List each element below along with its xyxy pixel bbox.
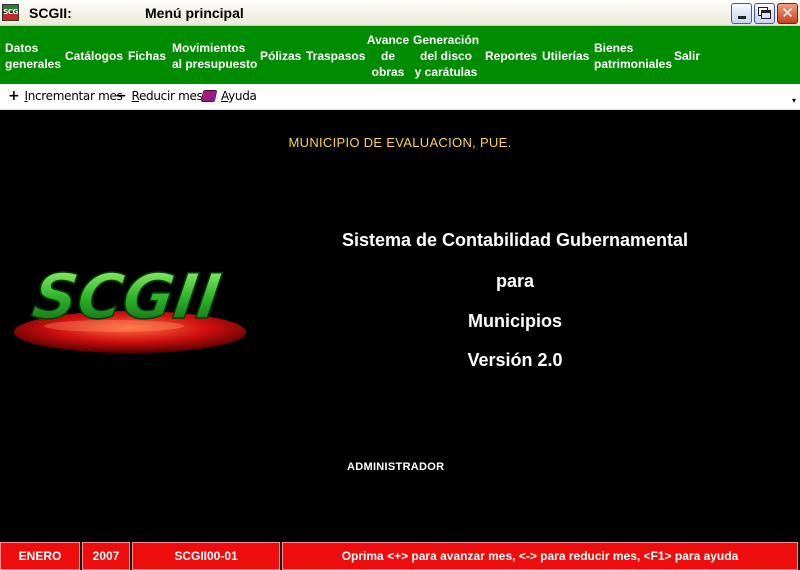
minimize-icon xyxy=(737,16,746,19)
menu-reportes[interactable]: Reportes xyxy=(485,48,537,64)
menu-traspasos[interactable]: Traspasos xyxy=(306,48,365,64)
menu-movimientos-presupuesto[interactable]: Movimientos al presupuesto xyxy=(172,40,257,72)
status-year: 2007 xyxy=(82,542,130,570)
menu-polizas[interactable]: Pólizas xyxy=(260,48,301,64)
increment-month-button[interactable]: + Incrementar mes xyxy=(8,89,123,103)
main-panel: MUNICIPIO DE EVALUACION, PUE. SCGII Sist… xyxy=(0,110,800,540)
close-button[interactable]: ✕ xyxy=(777,3,798,24)
menu-utilerias[interactable]: Utilerías xyxy=(542,48,589,64)
menu-generacion-disco[interactable]: Generación del disco y carátulas xyxy=(413,32,479,80)
menu-fichas[interactable]: Fichas xyxy=(128,48,166,64)
close-icon: ✕ xyxy=(781,4,794,22)
restore-icon xyxy=(760,10,771,19)
menu-datos-generales[interactable]: Datos generales xyxy=(5,40,61,72)
app-icon[interactable]: SCG xyxy=(2,4,19,21)
title-bar: SCG SCGII: Menú principal ✕ xyxy=(0,0,800,26)
system-title: Sistema de Contabilidad Gubernamental xyxy=(341,230,689,250)
plus-icon: + xyxy=(8,88,20,104)
status-month: ENERO xyxy=(0,542,80,570)
minus-icon: − xyxy=(115,88,127,104)
decrease-month-button[interactable]: − Reducir mes xyxy=(115,89,203,103)
window-title: Menú principal xyxy=(145,5,244,21)
toolbar-overflow-icon[interactable]: ▾ xyxy=(792,96,796,105)
system-version: Versión 2.0 xyxy=(467,350,563,370)
help-button[interactable]: Ayuda xyxy=(200,89,257,103)
system-subtitle-para: para xyxy=(495,271,535,291)
status-bar: ENERO 2007 SCGII00-01 Oprima <+> para av… xyxy=(0,540,800,570)
system-subtitle-municipios: Municipios xyxy=(468,311,562,331)
menu-bienes-patrimoniales[interactable]: Bienes patrimoniales xyxy=(594,40,672,72)
menu-avance-obras[interactable]: Avance de obras xyxy=(366,32,410,80)
status-code: SCGII00-01 xyxy=(132,542,280,570)
status-hint: Oprima <+> para avanzar mes, <-> para re… xyxy=(282,542,798,570)
menu-bar: Datos generales Catálogos Fichas Movimien… xyxy=(0,26,800,84)
minimize-button[interactable] xyxy=(731,3,752,24)
toolbar: + Incrementar mes − Reducir mes Ayuda ▾ xyxy=(0,84,800,110)
restore-button[interactable] xyxy=(754,3,775,24)
menu-catalogos[interactable]: Catálogos xyxy=(65,48,123,64)
scgii-logo: SCGII xyxy=(14,260,246,353)
current-user: ADMINISTRADOR xyxy=(347,461,445,473)
svg-text:SCGII: SCGII xyxy=(28,260,225,333)
menu-salir[interactable]: Salir xyxy=(674,48,700,64)
app-title: SCGII: xyxy=(29,5,72,21)
book-icon xyxy=(200,90,218,102)
municipio-name: MUNICIPIO DE EVALUACION, PUE. xyxy=(288,135,512,150)
